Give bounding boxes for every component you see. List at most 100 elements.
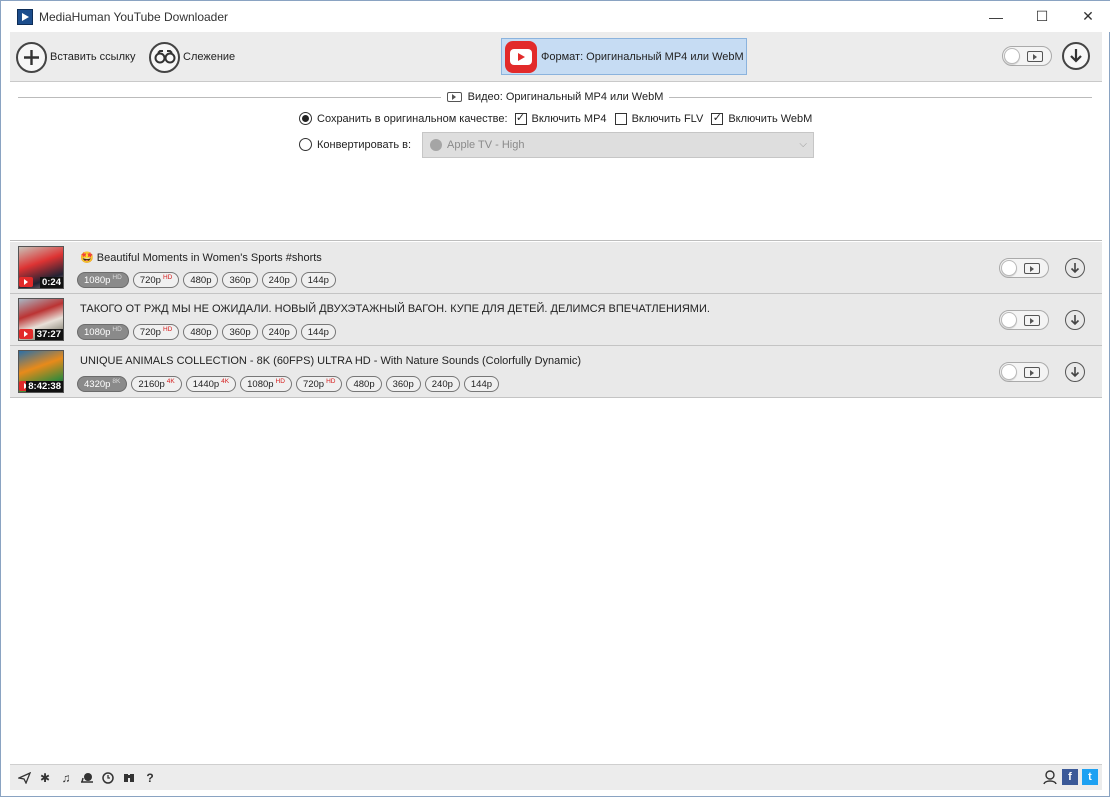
film-icon (1024, 367, 1040, 378)
quality-pill[interactable]: 144p (300, 272, 336, 288)
quality-pill[interactable]: 480p (346, 376, 382, 392)
convert-preset-select[interactable]: Apple TV - High ⌵ (422, 132, 814, 158)
clock-icon[interactable] (101, 771, 115, 785)
twitter-icon[interactable]: t (1082, 769, 1098, 785)
include-webm-label: Включить WebM (728, 112, 813, 125)
include-mp4-checkbox[interactable]: ✓ (514, 112, 527, 125)
quality-label: 1440p (192, 378, 220, 390)
quality-pill[interactable]: 1080p HD (77, 272, 129, 288)
video-row[interactable]: 8:42:38 UNIQUE ANIMALS COLLECTION - 8K (6… (10, 346, 1102, 398)
quality-pill[interactable]: 1080p HD (77, 324, 129, 340)
quality-label: 480p (190, 326, 212, 338)
facebook-icon[interactable]: f (1062, 769, 1078, 785)
minimize-button[interactable]: — (973, 1, 1019, 32)
video-thumbnail[interactable]: 8:42:38 (18, 350, 64, 393)
quality-label: 720p (139, 326, 161, 338)
quality-options: 4320p 8K 2160p 4K 1440p 4K 1080p HD 720p HD 480p 36… (77, 376, 503, 392)
quality-pill[interactable]: 480p (183, 324, 219, 340)
youtube-icon (19, 329, 33, 339)
quality-badge: HD (162, 273, 173, 281)
download-button[interactable] (1065, 362, 1085, 382)
quality-pill[interactable]: 2160p 4K (131, 376, 182, 392)
quality-options: 1080p HD 720p HD 480p 360p 240p 144p (77, 272, 340, 288)
binoculars-icon[interactable] (122, 771, 136, 785)
tracking-button[interactable]: Слежение (149, 41, 235, 73)
maximize-button[interactable]: ☐ (1019, 1, 1065, 32)
video-mode-toggle[interactable] (999, 310, 1049, 330)
download-button[interactable] (1065, 310, 1085, 330)
video-title: ТАКОГО ОТ РЖД МЫ НЕ ОЖИДАЛИ. НОВЫЙ ДВУХЭ… (80, 303, 710, 315)
quality-label: 240p (431, 378, 453, 390)
video-mode-toggle[interactable] (999, 258, 1049, 278)
save-original-label: Сохранить в оригинальном качестве: (317, 112, 508, 125)
quality-pill[interactable]: 360p (385, 376, 421, 392)
quality-pill[interactable]: 144p (300, 324, 336, 340)
format-label: Формат: Оригинальный MP4 или WebM (541, 50, 744, 63)
quality-pill[interactable]: 720p HD (295, 376, 343, 392)
video-row[interactable]: 0:24 🤩 Beautiful Moments in Women's Sport… (10, 242, 1102, 294)
quality-pill[interactable]: 240p (261, 324, 297, 340)
snail-icon[interactable] (80, 771, 94, 785)
quality-label: 720p (302, 378, 325, 390)
paste-link-button[interactable]: Вставить ссылку (16, 41, 135, 73)
quality-pill[interactable]: 1080p HD (240, 376, 292, 392)
quality-label: 1080p (84, 326, 111, 338)
social-links: f t (1038, 769, 1098, 785)
close-button[interactable]: ✕ (1065, 1, 1110, 32)
include-flv-checkbox[interactable] (614, 112, 627, 125)
quality-pill[interactable]: 240p (261, 272, 297, 288)
quality-label: 144p (470, 378, 493, 390)
include-webm-checkbox[interactable]: ✓ (711, 112, 724, 125)
quality-pill[interactable]: 4320p 8K (77, 376, 128, 392)
window-title: MediaHuman YouTube Downloader (39, 9, 229, 24)
toggle-knob (1001, 312, 1017, 328)
chevron-down-icon: ⌵ (799, 139, 807, 150)
convert-row: Конвертировать в: (299, 138, 411, 151)
gear-icon[interactable]: ✱ (38, 771, 52, 785)
download-all-button[interactable] (1062, 42, 1090, 70)
format-button[interactable]: Формат: Оригинальный MP4 или WebM (501, 38, 747, 75)
download-button[interactable] (1065, 258, 1085, 278)
music-icon[interactable]: ♫ (59, 771, 73, 785)
youtube-icon (19, 277, 33, 287)
video-row[interactable]: 37:27 ТАКОГО ОТ РЖД МЫ НЕ ОЖИДАЛИ. НОВЫЙ … (10, 294, 1102, 346)
quality-label: 4320p (84, 378, 111, 390)
video-thumbnail[interactable]: 37:27 (18, 298, 64, 341)
video-duration: 37:27 (34, 329, 63, 340)
convert-radio[interactable] (299, 138, 312, 151)
quality-options: 1080p HD 720p HD 480p 360p 240p 144p (77, 324, 340, 340)
quality-label: 360p (229, 326, 251, 338)
quality-pill[interactable]: 480p (183, 272, 219, 288)
panel-title: Видео: Оригинальный MP4 или WebM (467, 91, 664, 103)
quality-label: 480p (190, 274, 212, 286)
quality-pill[interactable]: 720p HD (132, 324, 180, 340)
download-icon (1070, 263, 1080, 274)
quality-badge: HD (275, 377, 285, 385)
quality-label: 720p (139, 274, 161, 286)
quality-pill[interactable]: 1440p 4K (185, 376, 237, 392)
video-thumbnail[interactable]: 0:24 (18, 246, 64, 289)
save-original-radio[interactable] (299, 112, 312, 125)
quality-pill[interactable]: 360p (222, 324, 258, 340)
quality-pill[interactable]: 720p HD (132, 272, 180, 288)
quality-label: 144p (307, 274, 329, 286)
window-controls: — ☐ ✕ (973, 1, 1110, 32)
quality-pill[interactable]: 240p (424, 376, 460, 392)
video-title: UNIQUE ANIMALS COLLECTION - 8K (60FPS) U… (80, 355, 582, 367)
help-icon[interactable]: ? (143, 771, 157, 785)
tracking-label: Слежение (183, 51, 236, 63)
format-panel: Видео: Оригинальный MP4 или WebM Сохрани… (10, 83, 1102, 241)
send-icon[interactable] (17, 771, 31, 785)
toggle-knob (1001, 260, 1017, 276)
quality-label: 240p (268, 326, 290, 338)
user-icon[interactable] (1042, 769, 1058, 785)
video-title: 🤩 Beautiful Moments in Women's Sports #s… (80, 252, 322, 264)
quality-pill[interactable]: 144p (463, 376, 500, 392)
quality-label: 240p (268, 274, 290, 286)
quality-pill[interactable]: 360p (222, 272, 258, 288)
video-mode-toggle[interactable] (999, 362, 1049, 382)
status-bar: ✱ ♫ ? f t (10, 764, 1102, 790)
title-bar[interactable]: MediaHuman YouTube Downloader — ☐ ✕ (1, 1, 1110, 32)
toolbar: Вставить ссылку Слежение Формат: Оригина… (10, 32, 1102, 82)
video-mode-toggle[interactable] (1002, 46, 1052, 66)
